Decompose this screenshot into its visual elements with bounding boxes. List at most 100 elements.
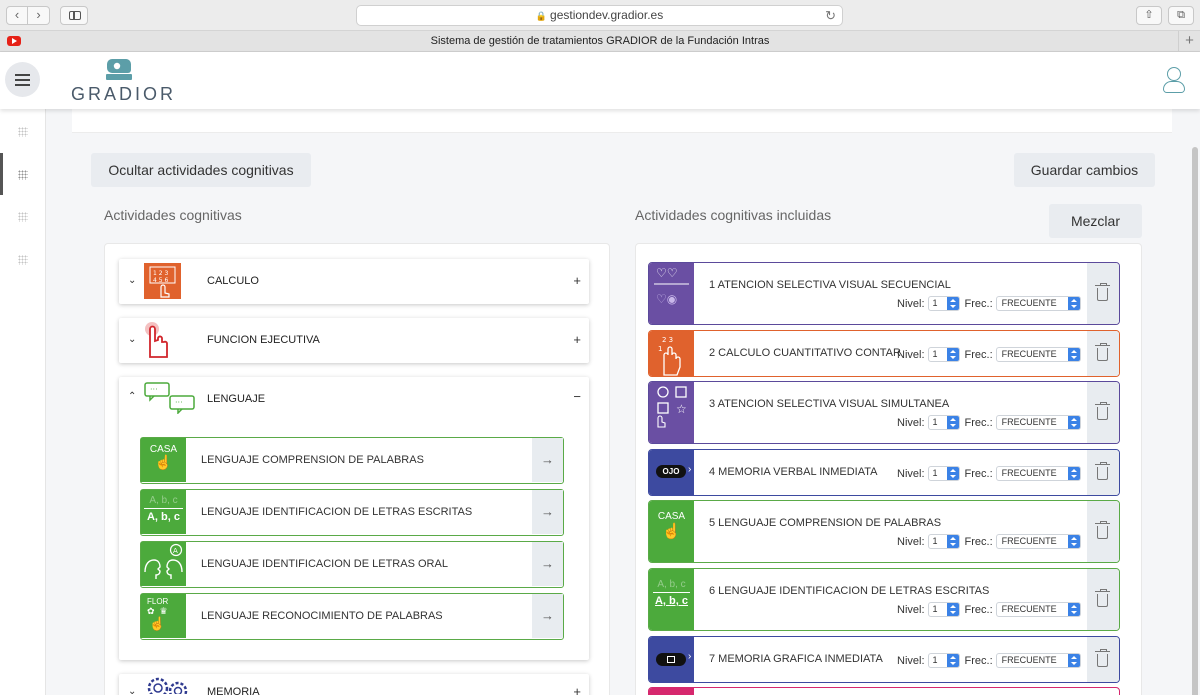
delete-button[interactable]	[1087, 263, 1119, 324]
collapse-toggle[interactable]: −	[573, 389, 581, 404]
back-button[interactable]: ‹	[6, 6, 28, 25]
stepper-icon[interactable]	[1067, 297, 1080, 310]
category-memoria[interactable]: ⌄ MEMORIA +	[119, 674, 589, 695]
add-arrow-icon[interactable]: →	[532, 594, 563, 638]
hide-activities-button[interactable]: Ocultar actividades cognitivas	[91, 153, 311, 187]
delete-button[interactable]	[1087, 569, 1119, 630]
delete-button[interactable]	[1087, 450, 1119, 495]
rail-grid-icon[interactable]	[18, 170, 28, 180]
nivel-select[interactable]: 1	[927, 466, 960, 481]
chevron-up-icon[interactable]: ⌃	[128, 391, 136, 402]
included-activity-row: › 7 MEMORIA GRAFICA INMEDIATA Nivel: 1 F…	[648, 636, 1120, 683]
mix-button[interactable]: Mezclar	[1049, 204, 1142, 238]
frecuencia-select[interactable]: FRECUENTE	[995, 415, 1081, 430]
trash-icon	[1095, 589, 1110, 607]
rail-grid-icon[interactable]	[18, 127, 28, 137]
frecuencia-select[interactable]: FRECUENTE	[995, 296, 1081, 311]
expand-toggle[interactable]: +	[573, 332, 581, 347]
logo-text: GRADIOR	[71, 84, 177, 104]
activity-item[interactable]: A, b, c A, b, c LENGUAJE IDENTIFICACION …	[140, 489, 564, 536]
activity-controls: Nivel: 1 Frec.: FRECUENTE	[897, 347, 1081, 362]
activity-name: 6 LENGUAJE IDENTIFICACION DE LETRAS ESCR…	[709, 585, 990, 597]
chevron-down-icon[interactable]: ⌄	[128, 334, 136, 345]
chevron-down-icon[interactable]: ⌄	[128, 686, 136, 695]
stepper-icon[interactable]	[946, 416, 959, 429]
activity-item[interactable]: A LENGUAJE IDENTIFICACION DE LETRAS ORAL…	[140, 541, 564, 588]
stepper-icon[interactable]	[946, 654, 959, 667]
tab-title[interactable]: Sistema de gestión de tratamientos GRADI…	[30, 35, 1170, 47]
rail-grid-icon[interactable]	[18, 255, 28, 265]
add-arrow-icon[interactable]: →	[532, 490, 563, 534]
rail-grid-icon[interactable]	[18, 212, 28, 222]
share-button[interactable]: ⇧	[1136, 6, 1162, 25]
frecuencia-select[interactable]: FRECUENTE	[995, 534, 1081, 549]
new-tab-button[interactable]: +	[1178, 31, 1200, 52]
nivel-select[interactable]: 1	[927, 534, 960, 549]
frecuencia-select[interactable]: FRECUENTE	[995, 466, 1081, 481]
delete-button[interactable]	[1087, 331, 1119, 376]
activity-item[interactable]: FLOR ✿ ♛ ☝ LENGUAJE RECONOCIMIENTO DE PA…	[140, 593, 564, 640]
frecuencia-select[interactable]: FRECUENTE	[995, 602, 1081, 617]
nivel-select[interactable]: 1	[927, 653, 960, 668]
gradior-logo[interactable]: GRADIOR	[68, 57, 173, 105]
expand-toggle[interactable]: +	[573, 273, 581, 288]
category-calculo[interactable]: ⌄ 1 2 3 4 5 6 CALCULO +	[119, 259, 589, 304]
stepper-icon[interactable]	[1067, 603, 1080, 616]
hamburger-menu-button[interactable]	[5, 62, 40, 97]
nivel-select[interactable]: 1	[927, 347, 960, 362]
activity-thumbnail: OJO ›	[649, 450, 694, 495]
youtube-icon[interactable]	[7, 36, 21, 46]
nivel-select[interactable]: 1	[927, 296, 960, 311]
stepper-icon[interactable]	[946, 535, 959, 548]
delete-button[interactable]	[1087, 501, 1119, 562]
stepper-icon[interactable]	[1067, 348, 1080, 361]
frec-label: Frec.:	[964, 297, 993, 310]
delete-button[interactable]	[1087, 637, 1119, 682]
category-lenguaje[interactable]: ⌃ ··· ··· LENGUAJE − CASA ☝ LENGUAJE COM…	[119, 377, 589, 660]
trash-icon	[1095, 521, 1110, 539]
expand-toggle[interactable]: +	[573, 684, 581, 695]
nivel-label: Nivel:	[897, 654, 925, 667]
nivel-value: 1	[932, 536, 938, 546]
nivel-value: 1	[932, 604, 938, 614]
save-button[interactable]: Guardar cambios	[1014, 153, 1155, 187]
stepper-icon[interactable]	[1067, 654, 1080, 667]
add-arrow-icon[interactable]: →	[532, 438, 563, 482]
nivel-select[interactable]: 1	[927, 602, 960, 617]
activity-label: LENGUAJE IDENTIFICACION DE LETRAS ORAL	[201, 558, 448, 570]
stepper-icon[interactable]	[1067, 467, 1080, 480]
nivel-label: Nivel:	[897, 603, 925, 616]
forward-button[interactable]: ›	[28, 6, 50, 25]
nivel-select[interactable]: 1	[927, 415, 960, 430]
browser-toolbar: ‹ › 🔒 gestiondev.gradior.es ↻ ⇧ ⧉	[0, 0, 1200, 31]
faded-letters: A, b, c	[149, 495, 178, 506]
activity-name: 3 ATENCION SELECTIVA VISUAL SIMULTANEA	[709, 398, 950, 410]
thumb-text: CASA	[149, 444, 178, 455]
user-profile-icon[interactable]	[1163, 67, 1185, 95]
trash-icon	[1095, 462, 1110, 480]
hand-icon: ☝	[154, 454, 173, 470]
stepper-icon[interactable]	[946, 603, 959, 616]
frecuencia-select[interactable]: FRECUENTE	[995, 347, 1081, 362]
frec-value: FRECUENTE	[1001, 468, 1057, 478]
frecuencia-select[interactable]: FRECUENTE	[995, 653, 1081, 668]
stepper-icon[interactable]	[946, 297, 959, 310]
delete-button[interactable]	[1087, 382, 1119, 443]
counting-hand-icon: 2 3 1	[658, 336, 681, 376]
svg-text:♡♡: ♡♡	[656, 266, 678, 280]
chevron-down-icon[interactable]: ⌄	[128, 275, 136, 286]
stepper-icon[interactable]	[1067, 535, 1080, 548]
activity-name: 5 LENGUAJE COMPRENSION DE PALABRAS	[709, 517, 942, 529]
stepper-icon[interactable]	[946, 467, 959, 480]
add-arrow-icon[interactable]: →	[532, 542, 563, 586]
page-scrollbar[interactable]	[1192, 147, 1198, 695]
tabs-overview-button[interactable]: ⧉	[1168, 6, 1194, 25]
activity-item[interactable]: CASA ☝ LENGUAJE COMPRENSION DE PALABRAS …	[140, 437, 564, 484]
stepper-icon[interactable]	[946, 348, 959, 361]
activity-controls: Nivel: 1 Frec.: FRECUENTE	[897, 466, 1081, 481]
category-funcion-ejecutiva[interactable]: ⌄ FUNCION EJECUTIVA +	[119, 318, 589, 363]
stepper-icon[interactable]	[1067, 416, 1080, 429]
reload-icon[interactable]: ↻	[825, 6, 836, 25]
sidebar-toggle-button[interactable]	[60, 6, 88, 25]
address-bar[interactable]: 🔒 gestiondev.gradior.es ↻	[356, 5, 843, 26]
